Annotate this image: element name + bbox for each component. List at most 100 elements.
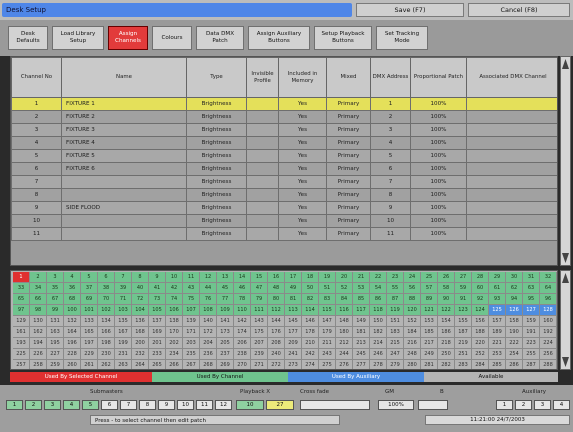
dmx-address-cell[interactable]: 187 xyxy=(455,327,472,338)
dmx-address-cell[interactable]: 169 xyxy=(149,327,166,338)
dmx-address-cell[interactable]: 269 xyxy=(217,360,234,369)
dmx-address-cell[interactable]: 223 xyxy=(523,338,540,349)
dmx-address-cell[interactable]: 266 xyxy=(166,360,183,369)
dmx-address-cell[interactable]: 58 xyxy=(438,283,455,294)
dmx-address-cell[interactable]: 225 xyxy=(13,349,30,360)
dmx-address-cell[interactable]: 162 xyxy=(30,327,47,338)
dmx-address-cell[interactable]: 2 xyxy=(30,272,47,283)
dmx-address-cell[interactable]: 115 xyxy=(319,305,336,316)
dmx-address-cell[interactable]: 197 xyxy=(81,338,98,349)
dmx-address-cell[interactable]: 163 xyxy=(47,327,64,338)
table-row[interactable]: 5 FIXTURE 5 Brightness Yes Primary 5 100% xyxy=(11,149,557,163)
dmx-address-cell[interactable]: 116 xyxy=(336,305,353,316)
dmx-address-cell[interactable]: 185 xyxy=(421,327,438,338)
dmx-address-cell[interactable]: 224 xyxy=(540,338,557,349)
submaster-slot[interactable]: 11 xyxy=(196,400,213,410)
dmx-address-cell[interactable]: 195 xyxy=(47,338,64,349)
dmx-address-cell[interactable]: 119 xyxy=(387,305,404,316)
dmx-address-cell[interactable]: 288 xyxy=(540,360,557,369)
dmx-address-cell[interactable]: 192 xyxy=(540,327,557,338)
dmx-address-cell[interactable]: 280 xyxy=(404,360,421,369)
tab-setup-playback-buttons[interactable]: Setup Playback Buttons xyxy=(314,26,372,50)
dmx-address-cell[interactable]: 32 xyxy=(540,272,557,283)
grid-scrollbar[interactable] xyxy=(560,270,571,370)
dmx-address-cell[interactable]: 15 xyxy=(251,272,268,283)
dmx-address-cell[interactable]: 42 xyxy=(166,283,183,294)
dmx-address-cell[interactable]: 5 xyxy=(81,272,98,283)
dmx-address-cell[interactable]: 170 xyxy=(166,327,183,338)
dmx-address-cell[interactable]: 278 xyxy=(370,360,387,369)
dmx-address-cell[interactable]: 285 xyxy=(489,360,506,369)
dmx-address-cell[interactable]: 279 xyxy=(387,360,404,369)
dmx-address-cell[interactable]: 34 xyxy=(30,283,47,294)
dmx-address-cell[interactable]: 182 xyxy=(370,327,387,338)
table-row[interactable]: 8 Brightness Yes Primary 8 100% xyxy=(11,188,557,202)
dmx-address-cell[interactable]: 256 xyxy=(540,349,557,360)
dmx-address-cell[interactable]: 189 xyxy=(489,327,506,338)
dmx-address-cell[interactable]: 247 xyxy=(387,349,404,360)
dmx-address-cell[interactable]: 78 xyxy=(234,294,251,305)
submaster-slot[interactable]: 8 xyxy=(139,400,156,410)
dmx-address-cell[interactable]: 175 xyxy=(251,327,268,338)
dmx-address-cell[interactable]: 10 xyxy=(166,272,183,283)
dmx-address-cell[interactable]: 271 xyxy=(251,360,268,369)
dmx-address-cell[interactable]: 191 xyxy=(523,327,540,338)
dmx-address-cell[interactable]: 199 xyxy=(115,338,132,349)
dmx-address-cell[interactable]: 212 xyxy=(336,338,353,349)
dmx-address-cell[interactable]: 173 xyxy=(217,327,234,338)
dmx-address-cell[interactable]: 66 xyxy=(30,294,47,305)
dmx-address-cell[interactable]: 14 xyxy=(234,272,251,283)
dmx-address-cell[interactable]: 48 xyxy=(268,283,285,294)
dmx-address-cell[interactable]: 142 xyxy=(234,316,251,327)
dmx-address-cell[interactable]: 100 xyxy=(64,305,81,316)
dmx-address-cell[interactable]: 136 xyxy=(132,316,149,327)
dmx-address-cell[interactable]: 156 xyxy=(472,316,489,327)
dmx-address-cell[interactable]: 196 xyxy=(64,338,81,349)
dmx-address-cell[interactable]: 216 xyxy=(404,338,421,349)
tab-assign-channels[interactable]: Assign Channels xyxy=(108,26,148,50)
dmx-address-cell[interactable]: 284 xyxy=(472,360,489,369)
dmx-address-cell[interactable]: 262 xyxy=(98,360,115,369)
submaster-slot[interactable]: 2 xyxy=(25,400,42,410)
dmx-address-cell[interactable]: 149 xyxy=(353,316,370,327)
dmx-address-cell[interactable]: 107 xyxy=(183,305,200,316)
dmx-address-cell[interactable]: 45 xyxy=(217,283,234,294)
dmx-address-cell[interactable]: 165 xyxy=(81,327,98,338)
dmx-address-cell[interactable]: 153 xyxy=(421,316,438,327)
dmx-address-cell[interactable]: 54 xyxy=(370,283,387,294)
dmx-address-cell[interactable]: 167 xyxy=(115,327,132,338)
dmx-address-cell[interactable]: 261 xyxy=(81,360,98,369)
dmx-address-cell[interactable]: 25 xyxy=(421,272,438,283)
triangle-down-icon[interactable] xyxy=(562,253,569,263)
dmx-address-cell[interactable]: 276 xyxy=(336,360,353,369)
dmx-address-cell[interactable]: 287 xyxy=(523,360,540,369)
submaster-slot[interactable]: 10 xyxy=(177,400,194,410)
dmx-address-cell[interactable]: 235 xyxy=(183,349,200,360)
dmx-address-cell[interactable]: 86 xyxy=(370,294,387,305)
dmx-address-cell[interactable]: 245 xyxy=(353,349,370,360)
dmx-address-cell[interactable]: 180 xyxy=(336,327,353,338)
dmx-address-cell[interactable]: 238 xyxy=(234,349,251,360)
table-scrollbar[interactable] xyxy=(560,56,571,266)
dmx-address-cell[interactable]: 183 xyxy=(387,327,404,338)
dmx-address-cell[interactable]: 71 xyxy=(115,294,132,305)
dmx-address-cell[interactable]: 236 xyxy=(200,349,217,360)
dmx-address-cell[interactable]: 273 xyxy=(285,360,302,369)
cancel-button[interactable]: Cancel (F8) xyxy=(468,3,570,17)
dmx-address-cell[interactable]: 98 xyxy=(30,305,47,316)
dmx-address-cell[interactable]: 252 xyxy=(472,349,489,360)
dmx-address-cell[interactable]: 259 xyxy=(47,360,64,369)
auxiliary-slot[interactable]: 1 xyxy=(496,400,513,410)
dmx-address-cell[interactable]: 76 xyxy=(200,294,217,305)
dmx-address-cell[interactable]: 146 xyxy=(302,316,319,327)
dmx-address-cell[interactable]: 90 xyxy=(438,294,455,305)
dmx-address-cell[interactable]: 114 xyxy=(302,305,319,316)
dmx-address-cell[interactable]: 198 xyxy=(98,338,115,349)
dmx-address-cell[interactable]: 220 xyxy=(472,338,489,349)
dmx-address-cell[interactable]: 120 xyxy=(404,305,421,316)
dmx-address-cell[interactable]: 43 xyxy=(183,283,200,294)
dmx-address-cell[interactable]: 75 xyxy=(183,294,200,305)
dmx-address-cell[interactable]: 213 xyxy=(353,338,370,349)
dmx-address-cell[interactable]: 20 xyxy=(336,272,353,283)
dmx-address-cell[interactable]: 222 xyxy=(506,338,523,349)
